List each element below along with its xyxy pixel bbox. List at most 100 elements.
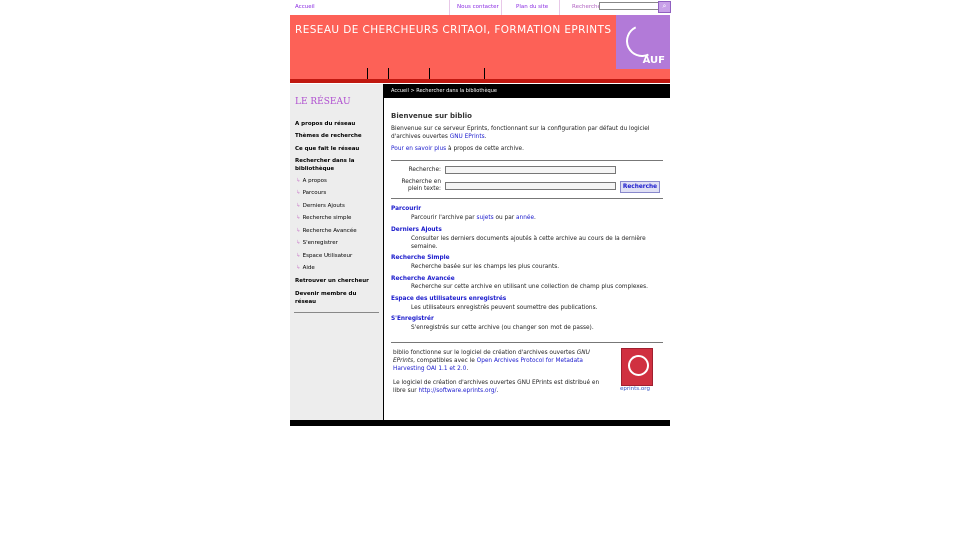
- intro-text-part: .: [484, 134, 487, 140]
- sidebar-subitem-label: Aide: [302, 265, 315, 271]
- nav-sitemap-link[interactable]: Plan du site: [516, 4, 548, 10]
- footer-text-part: .: [466, 366, 469, 372]
- arrow-icon: ↳: [296, 265, 301, 271]
- gnu-eprints-link[interactable]: GNU EPrints: [450, 134, 485, 140]
- arrow-icon: ↳: [296, 190, 301, 196]
- sidebar-subitem[interactable]: ↳ Recherche simple: [296, 215, 351, 221]
- arrow-icon: ↳: [296, 215, 301, 221]
- section-browse-desc: Parcourir l'archive par sujets ou par an…: [411, 215, 661, 223]
- sidebar-subitem[interactable]: ↳ A propos: [296, 178, 327, 184]
- top-search-button[interactable]: ⌕: [658, 1, 671, 13]
- fulltext-input[interactable]: [445, 182, 616, 190]
- footer-text-part: .: [496, 388, 499, 394]
- divider: [449, 0, 450, 15]
- more-info-text: à propos de cette archive.: [446, 146, 524, 152]
- section-user-area-desc: Les utilisateurs enregistrés peuvent sou…: [411, 305, 598, 311]
- search-input[interactable]: [445, 166, 616, 174]
- browse-text: Parcourir l'archive par: [411, 215, 477, 221]
- breadcrumb-text[interactable]: Accueil > Rechercher dans la bibliothèqu…: [391, 88, 497, 94]
- eprints-logo-caption: eprints.org: [620, 386, 650, 392]
- eprints-logo[interactable]: eprints.org: [620, 348, 654, 394]
- divider: [391, 342, 663, 343]
- arrow-icon: ↳: [296, 240, 301, 246]
- banner-stripe: [290, 79, 670, 83]
- top-search-label: Recherche: [572, 4, 601, 10]
- section-register-desc: S'enregistrés sur cette archive (ou chan…: [411, 325, 594, 331]
- browse-text: ou par: [493, 215, 516, 221]
- section-simple-search-title[interactable]: Recherche Simple: [391, 255, 450, 261]
- page-title: Bienvenue sur biblio: [391, 112, 472, 120]
- top-search-input[interactable]: [599, 2, 659, 10]
- section-advanced-search-title[interactable]: Recherche Avancée: [391, 276, 455, 282]
- browse-text: .: [534, 215, 536, 221]
- sidebar-item-search-library[interactable]: Rechercher dans la bibliothèque: [295, 158, 375, 173]
- divider: [484, 68, 485, 79]
- sidebar-subitem-label: A propos: [302, 178, 327, 184]
- sidebar-subitem[interactable]: ↳ Espace Utilisateur: [296, 253, 352, 259]
- intro-text: Bienvenue sur ce serveur Eprints, foncti…: [391, 125, 656, 141]
- logo-text: AUF: [642, 55, 665, 66]
- arrow-icon: ↳: [296, 203, 301, 209]
- sidebar-item-become-member[interactable]: Devenir membre du réseau: [295, 291, 375, 306]
- nav-contact-link[interactable]: Nous contacter: [457, 4, 499, 10]
- divider: [429, 68, 430, 79]
- browse-year-link[interactable]: année: [516, 215, 534, 221]
- section-simple-search-desc: Recherche basée sur les champs les plus …: [411, 264, 560, 270]
- sidebar-subitem[interactable]: ↳ Aide: [296, 265, 315, 271]
- section-user-area-title[interactable]: Espace des utilisateurs enregistrés: [391, 296, 506, 302]
- more-info: Pour en savoir plus à propos de cette ar…: [391, 146, 524, 152]
- sidebar-subitem-label: S'enregistrer: [302, 240, 338, 246]
- sidebar-item-about-network[interactable]: A propos du réseau: [295, 121, 375, 129]
- divider: [501, 0, 502, 15]
- sidebar-item-find-researcher[interactable]: Retrouver un chercheur: [295, 278, 375, 286]
- sidebar-item-research-themes[interactable]: Thèmes de recherche: [295, 133, 375, 141]
- sidebar-subitem[interactable]: ↳ Recherche Avancée: [296, 228, 357, 234]
- sidebar: LE RÉSEAU A propos du réseau Thèmes de r…: [290, 84, 384, 420]
- divider: [391, 160, 663, 161]
- arrow-icon: ↳: [296, 228, 301, 234]
- divider: [294, 312, 379, 313]
- divider: [367, 68, 368, 79]
- divider: [559, 0, 560, 15]
- intro-text-part: Bienvenue sur ce serveur Eprints, foncti…: [391, 126, 650, 140]
- sidebar-subitem-label: Parcours: [302, 190, 327, 196]
- section-latest-desc: Consulter les derniers documents ajoutés…: [411, 236, 646, 250]
- search-button[interactable]: Recherche: [620, 181, 660, 193]
- site-title: RESEAU DE CHERCHEURS CRITAOI, FORMATION …: [295, 24, 612, 36]
- nav-home-link[interactable]: Accueil: [295, 4, 315, 10]
- site-banner: RESEAU DE CHERCHEURS CRITAOI, FORMATION …: [290, 15, 670, 79]
- footer-text-part: biblio fonctionne sur le logiciel de cré…: [393, 350, 577, 356]
- footer-text: biblio fonctionne sur le logiciel de cré…: [393, 349, 611, 395]
- breadcrumb: Accueil > Rechercher dans la bibliothèqu…: [384, 84, 670, 98]
- section-register-title[interactable]: S'Enregistrér: [391, 316, 434, 322]
- software-eprints-link[interactable]: http://software.eprints.org/: [419, 388, 497, 394]
- sidebar-subitem[interactable]: ↳ Derniers Ajouts: [296, 203, 345, 209]
- sidebar-subitem-label: Recherche simple: [302, 215, 352, 221]
- divider: [388, 68, 389, 79]
- page-wrapper: Accueil Nous contacter Plan du site Rech…: [290, 0, 671, 426]
- more-info-link[interactable]: Pour en savoir plus: [391, 146, 446, 152]
- sidebar-subitem[interactable]: ↳ Parcours: [296, 190, 326, 196]
- sidebar-subitem-label: Recherche Avancée: [302, 228, 357, 234]
- sidebar-subitem-label: Espace Utilisateur: [302, 253, 353, 259]
- search-label: Recherche:: [408, 167, 441, 173]
- sidebar-subitem[interactable]: ↳ S'enregistrer: [296, 240, 338, 246]
- footer-bar: [290, 420, 670, 426]
- divider: [391, 198, 663, 199]
- arrow-icon: ↳: [296, 178, 301, 184]
- sidebar-title: LE RÉSEAU: [295, 97, 351, 107]
- arrow-icon: ↳: [296, 253, 301, 259]
- browse-subjects-link[interactable]: sujets: [476, 215, 493, 221]
- footer-text-part: , compatibles avec le: [413, 358, 477, 364]
- fulltext-label: Recherche en plein texte:: [401, 179, 441, 192]
- section-browse-title[interactable]: Parcourir: [391, 206, 421, 212]
- auf-logo[interactable]: AUF: [616, 15, 670, 69]
- sidebar-item-what-network-does[interactable]: Ce que fait le réseau: [295, 146, 375, 154]
- section-advanced-search-desc: Recherche sur cette archive en utilisant…: [411, 284, 648, 290]
- eprints-logo-icon: [621, 348, 653, 386]
- logo-circle-icon: [628, 355, 649, 376]
- section-latest-title[interactable]: Derniers Ajouts: [391, 227, 442, 233]
- top-nav-bar: Accueil Nous contacter Plan du site Rech…: [290, 0, 671, 16]
- sidebar-subitem-label: Derniers Ajouts: [302, 203, 345, 209]
